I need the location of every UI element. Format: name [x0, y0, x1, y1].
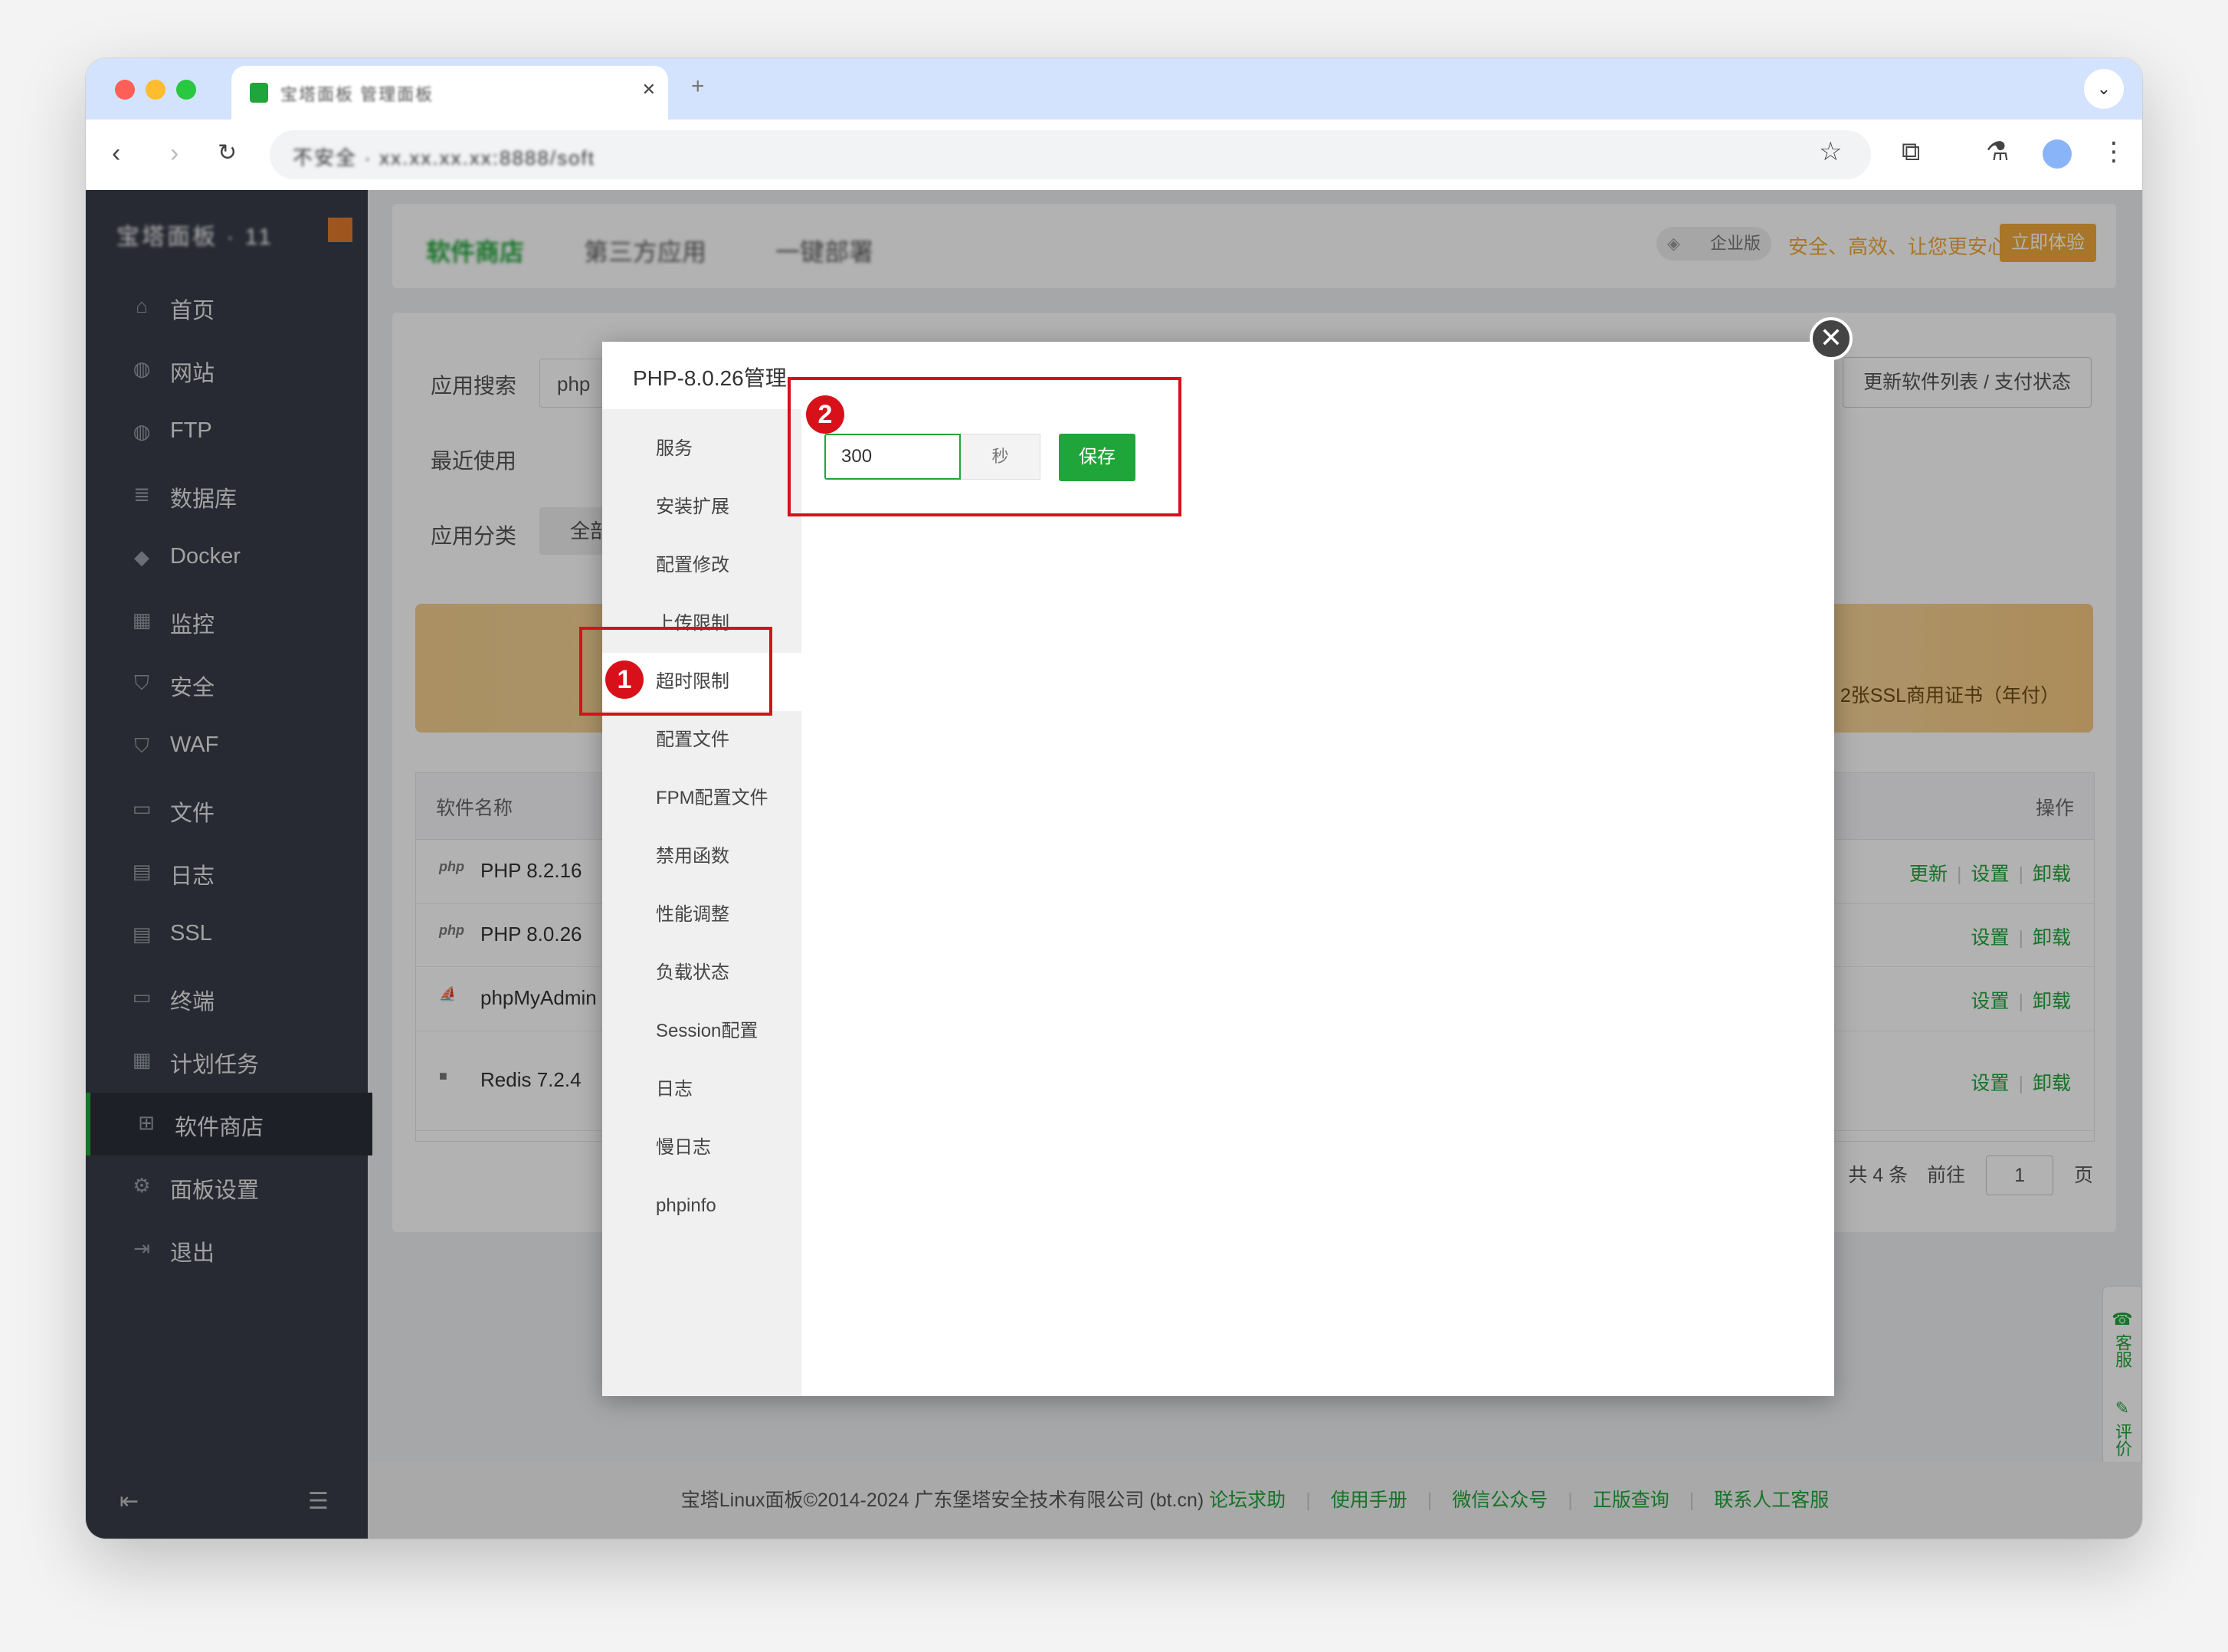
dialog-close-icon[interactable]: ✕ [1810, 317, 1853, 360]
bookmark-star-icon[interactable]: ☆ [1819, 136, 1842, 167]
close-window-button[interactable] [115, 80, 135, 100]
dialog-menu-item[interactable]: 负载状态 [602, 944, 801, 1002]
tab-title: 宝塔面板 管理面板 [280, 85, 434, 104]
address-bar[interactable]: 不安全 · xx.xx.xx.xx:8888/soft [270, 130, 1871, 179]
dialog-menu-item[interactable]: 慢日志 [602, 1119, 801, 1177]
dialog-menu: 服务 安装扩展 配置修改 上传限制 超时限制 配置文件 FPM配置文件 禁用函数 性能调整 负载状… [602, 409, 801, 1396]
browser-tab[interactable]: 宝塔面板 管理面板 ✕ [231, 66, 668, 120]
dialog-menu-item[interactable]: 配置文件 [602, 711, 801, 769]
annotation-step1: 1 [605, 660, 644, 699]
labs-flask-icon[interactable]: ⚗ [1986, 136, 2009, 167]
forward-icon[interactable]: › [170, 138, 179, 169]
dialog-menu-item[interactable]: 日志 [602, 1060, 801, 1119]
more-menu-icon[interactable]: ⋮ [2101, 136, 2127, 167]
address-url: 不安全 · xx.xx.xx.xx:8888/soft [293, 146, 595, 169]
annotation-step2: 2 [806, 395, 844, 434]
browser-toolbar: ‹ › ↻ 不安全 · xx.xx.xx.xx:8888/soft ☆ ⧉ ⚗ … [86, 120, 2142, 191]
annotation-box-step2 [788, 377, 1181, 516]
dialog-menu-item[interactable]: 性能调整 [602, 886, 801, 944]
dialog-menu-item[interactable]: 禁用函数 [602, 828, 801, 886]
dialog-menu-item[interactable]: phpinfo [602, 1177, 801, 1235]
timeout-settings-pane: 秒 保存 [801, 409, 1834, 1396]
tab-bar: 宝塔面板 管理面板 ✕ + ⌄ [86, 58, 2142, 120]
tab-search-button[interactable]: ⌄ [2084, 69, 2124, 109]
profile-avatar[interactable] [2043, 139, 2072, 169]
tab-close-icon[interactable]: ✕ [642, 80, 656, 100]
back-icon[interactable]: ‹ [112, 138, 120, 169]
dialog-menu-item[interactable]: Session配置 [602, 1002, 801, 1060]
new-tab-icon[interactable]: + [691, 74, 705, 100]
favicon-icon [250, 83, 268, 103]
dialog-title: PHP-8.0.26管理 [633, 366, 787, 390]
minimize-window-button[interactable] [146, 80, 165, 100]
reload-icon[interactable]: ↻ [218, 138, 237, 169]
extensions-icon[interactable]: ⧉ [1902, 136, 1920, 167]
dialog-menu-item[interactable]: FPM配置文件 [602, 769, 801, 828]
dialog-menu-item[interactable]: 配置修改 [602, 536, 801, 595]
dialog-menu-item[interactable]: 安装扩展 [602, 478, 801, 536]
dialog-menu-item[interactable]: 服务 [602, 420, 801, 478]
maximize-window-button[interactable] [176, 80, 196, 100]
